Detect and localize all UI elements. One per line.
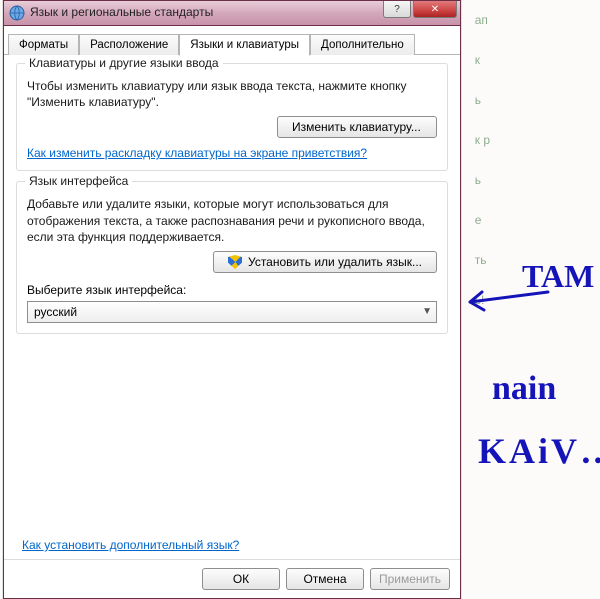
handwriting-line-1: TAM — [522, 258, 594, 295]
ui-language-dropdown-value: русский — [34, 305, 77, 319]
background-page-text: апкьк рьетьь! — [475, 0, 490, 320]
tab-additional[interactable]: Дополнительно — [310, 34, 415, 55]
welcome-screen-layout-link[interactable]: Как изменить раскладку клавиатуры на экр… — [27, 146, 367, 160]
apply-button[interactable]: Применить — [370, 568, 450, 590]
ui-language-dropdown[interactable]: русский ▼ — [27, 301, 437, 323]
group-ui-language: Язык интерфейса Добавьте или удалите язы… — [16, 181, 448, 334]
dialog-buttons: ОК Отмена Применить — [202, 568, 450, 590]
title-bar[interactable]: Язык и региональные стандарты ? ✕ — [4, 1, 460, 26]
help-button[interactable]: ? — [383, 1, 411, 18]
window-title: Язык и региональные стандарты — [30, 5, 213, 19]
handwriting-line-3: KAiV… — [478, 430, 600, 472]
group-ui-language-desc: Добавьте или удалите языки, которые могу… — [27, 196, 437, 245]
cancel-button[interactable]: Отмена — [286, 568, 364, 590]
tab-strip: Форматы Расположение Языки и клавиатуры … — [4, 26, 460, 55]
close-button[interactable]: ✕ — [413, 1, 457, 18]
install-remove-language-label: Установить или удалить язык... — [248, 255, 422, 269]
dialog-window: Язык и региональные стандарты ? ✕ Формат… — [3, 0, 461, 599]
shield-icon — [228, 255, 242, 269]
footer-separator — [4, 559, 460, 560]
install-remove-language-button[interactable]: Установить или удалить язык... — [213, 251, 437, 273]
group-keyboards: Клавиатуры и другие языки ввода Чтобы из… — [16, 63, 448, 171]
tab-location[interactable]: Расположение — [79, 34, 179, 55]
ok-button[interactable]: ОК — [202, 568, 280, 590]
close-icon: ✕ — [431, 4, 439, 15]
change-keyboard-button[interactable]: Изменить клавиатуру... — [277, 116, 437, 138]
question-icon: ? — [394, 4, 400, 15]
chevron-down-icon: ▼ — [422, 306, 432, 317]
group-keyboards-title: Клавиатуры и другие языки ввода — [25, 56, 223, 70]
install-additional-language-link[interactable]: Как установить дополнительный язык? — [22, 538, 239, 552]
group-ui-language-title: Язык интерфейса — [25, 174, 132, 188]
tab-content: Клавиатуры и другие языки ввода Чтобы из… — [4, 55, 460, 334]
tab-formats[interactable]: Форматы — [8, 34, 79, 55]
ui-language-select-label: Выберите язык интерфейса: — [27, 283, 437, 297]
group-keyboards-desc: Чтобы изменить клавиатуру или язык ввода… — [27, 78, 437, 110]
globe-icon — [9, 5, 25, 21]
handwriting-line-2: nain — [492, 370, 556, 408]
tab-languages-keyboards[interactable]: Языки и клавиатуры — [179, 34, 310, 56]
